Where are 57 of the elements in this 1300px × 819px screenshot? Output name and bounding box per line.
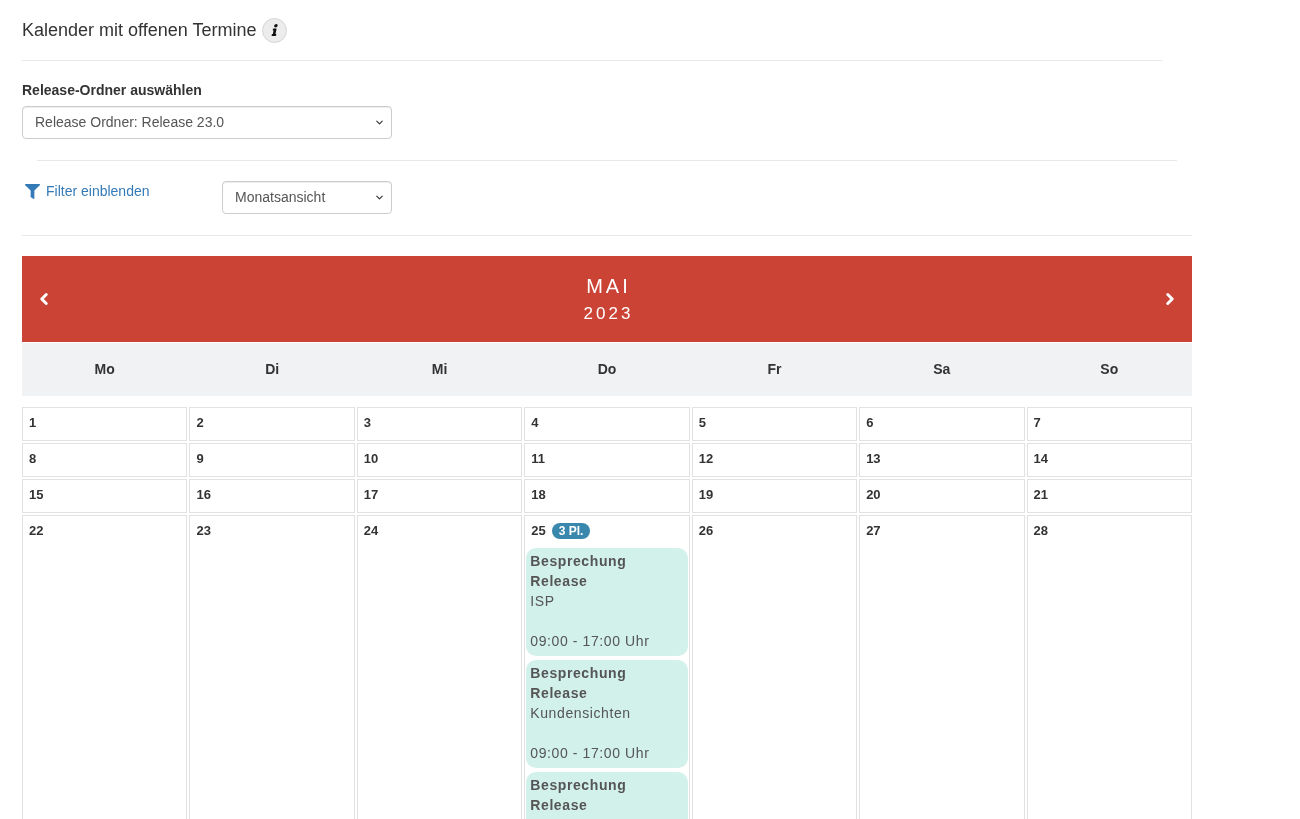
day-number: 16 (196, 486, 211, 504)
weekday-label: Do (597, 360, 617, 379)
day-number: 14 (1033, 450, 1049, 468)
event-count-badge: 3 Pl. (551, 523, 591, 539)
release-folder-select[interactable]: Release Ordner: Release 23.0 (22, 106, 392, 139)
day-number: 6 (866, 414, 874, 432)
day-number: 3 (363, 414, 372, 432)
event-time: 09:00 - 17:00 Uhr (530, 632, 651, 651)
event-card[interactable]: Besprechung Release (526, 772, 688, 819)
weekday-label: Mo (94, 360, 115, 379)
day-number: 19 (698, 486, 714, 504)
view-select[interactable]: Monatsansicht (222, 181, 392, 214)
day-number: 15 (29, 486, 44, 504)
event-card[interactable]: Besprechung Release ISP 09:00 - 17:00 Uhr (526, 548, 688, 656)
event-card[interactable]: Besprechung Release Kundensichten 09:00 - 17:00 Uhr (526, 660, 688, 768)
day-number: 22 (29, 522, 44, 540)
day-number: 1 (29, 414, 37, 432)
weekday-label: Mi (431, 360, 448, 379)
day-number: 5 (698, 414, 706, 432)
day-number: 18 (531, 486, 546, 504)
day-number: 17 (363, 486, 379, 504)
day-number: 9 (196, 450, 204, 468)
day-number: 8 (29, 450, 37, 468)
day-number: 21 (1033, 486, 1049, 504)
filter-link[interactable]: Filter einblenden (22, 181, 222, 201)
day-number: 2 (196, 414, 204, 432)
weekday-label: Fr (767, 360, 782, 379)
month-label: MAI (585, 274, 631, 299)
day-number: 20 (866, 486, 881, 504)
event-subtitle: Kundensichten (530, 704, 632, 723)
day-number: 11 (531, 450, 546, 468)
year-label: 2023 (582, 303, 634, 325)
day-number: 25 (531, 522, 546, 540)
weekday-label: Di (265, 360, 280, 379)
day-number: 10 (363, 450, 379, 468)
day-number: 27 (866, 522, 881, 540)
event-title: Besprechung Release (530, 664, 628, 703)
release-folder-label: Release-Ordner auswählen (22, 81, 203, 100)
page-title: Kalender mit offenen Termine (22, 19, 257, 42)
day-number: 28 (1033, 522, 1049, 540)
day-number: 7 (1033, 414, 1041, 432)
filter-icon (25, 183, 40, 199)
weekday-label: So (1100, 360, 1119, 379)
day-number: 24 (363, 522, 379, 540)
day-number: 23 (196, 522, 211, 540)
info-icon[interactable] (262, 17, 288, 43)
weekday-label: Sa (933, 360, 951, 379)
day-number: 13 (866, 450, 881, 468)
event-time: 09:00 - 17:00 Uhr (530, 744, 651, 763)
day-number: 4 (531, 414, 539, 432)
chevron-down-icon (374, 192, 385, 203)
chevron-down-icon (374, 117, 385, 128)
event-title: Besprechung Release (530, 552, 628, 591)
day-number: 26 (698, 522, 714, 540)
event-subtitle: ISP (530, 592, 556, 611)
day-number: 12 (698, 450, 714, 468)
event-title: Besprechung Release (530, 776, 628, 815)
